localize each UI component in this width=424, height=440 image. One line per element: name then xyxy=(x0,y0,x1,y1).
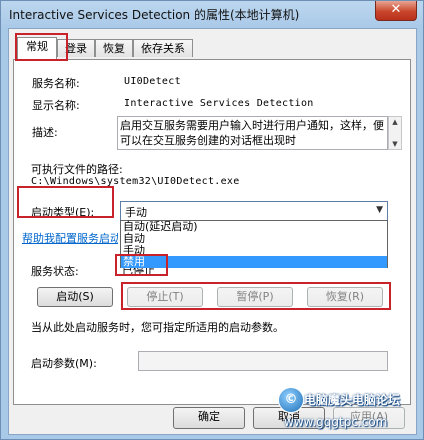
chevron-down-icon[interactable]: ▼ xyxy=(376,205,383,215)
watermark-title: 电脑魔头电脑论坛 xyxy=(304,393,401,407)
scroll-down-icon[interactable]: ▼ xyxy=(389,139,401,149)
help-configure-link[interactable]: 帮助我配置服务启动 xyxy=(22,230,118,246)
display-name-value: Interactive Services Detection xyxy=(124,98,314,109)
startup-option-auto[interactable]: 自动 xyxy=(121,233,387,245)
startup-type-select[interactable]: 手动 ▼ xyxy=(120,201,388,221)
forum-watermark: © 电脑魔头电脑论坛 www.gqgtpc.com xyxy=(274,385,422,437)
exe-path-label: 可执行文件的路径: xyxy=(31,163,123,176)
dialog-client-area: 常规 登录 恢复 依存关系 服务名称: UI0Detect 显示名称: Inte… xyxy=(8,28,417,435)
properties-dialog: Interactive Services Detection 的属性(本地计算机… xyxy=(0,0,424,440)
window-title: Interactive Services Detection 的属性(本地计算机… xyxy=(9,8,300,22)
watermark-url: www.gqgtpc.com xyxy=(284,415,388,429)
start-params-label: 启动参数(M): xyxy=(31,357,97,370)
description-label: 描述: xyxy=(32,126,58,139)
annotation-highlight-startup-type xyxy=(17,186,114,218)
description-text[interactable]: 启用交互服务需要用户输入时进行用户通知，这样，便可以在交互服务创建的对话框出现时 xyxy=(117,116,388,150)
service-status-label: 服务状态: xyxy=(31,265,79,278)
tab-dependencies[interactable]: 依存关系 xyxy=(133,39,193,57)
watermark-logo-icon: © xyxy=(278,387,304,413)
display-name-label: 显示名称: xyxy=(32,99,80,112)
close-button[interactable]: ✕ xyxy=(375,1,417,21)
description-scrollbar[interactable]: ▲ ▼ xyxy=(388,116,402,150)
start-params-hint: 当从此处启动服务时，您可指定所适用的启动参数。 xyxy=(31,321,284,334)
annotation-highlight-tab xyxy=(15,33,68,61)
startup-type-value: 手动 xyxy=(125,206,147,219)
service-name-label: 服务名称: xyxy=(32,77,80,90)
annotation-highlight-status xyxy=(115,254,168,276)
startup-option-auto-delayed[interactable]: 自动(延迟启动) xyxy=(121,221,387,233)
tab-recovery[interactable]: 恢复 xyxy=(95,39,133,57)
ok-button[interactable]: 确定 xyxy=(173,407,245,429)
start-params-input[interactable] xyxy=(138,351,388,371)
scroll-up-icon[interactable]: ▲ xyxy=(389,117,401,127)
service-name-value: UI0Detect xyxy=(124,76,181,87)
annotation-highlight-buttons xyxy=(121,282,391,310)
start-button[interactable]: 启动(S) xyxy=(37,287,113,307)
title-bar[interactable]: Interactive Services Detection 的属性(本地计算机… xyxy=(1,1,424,29)
